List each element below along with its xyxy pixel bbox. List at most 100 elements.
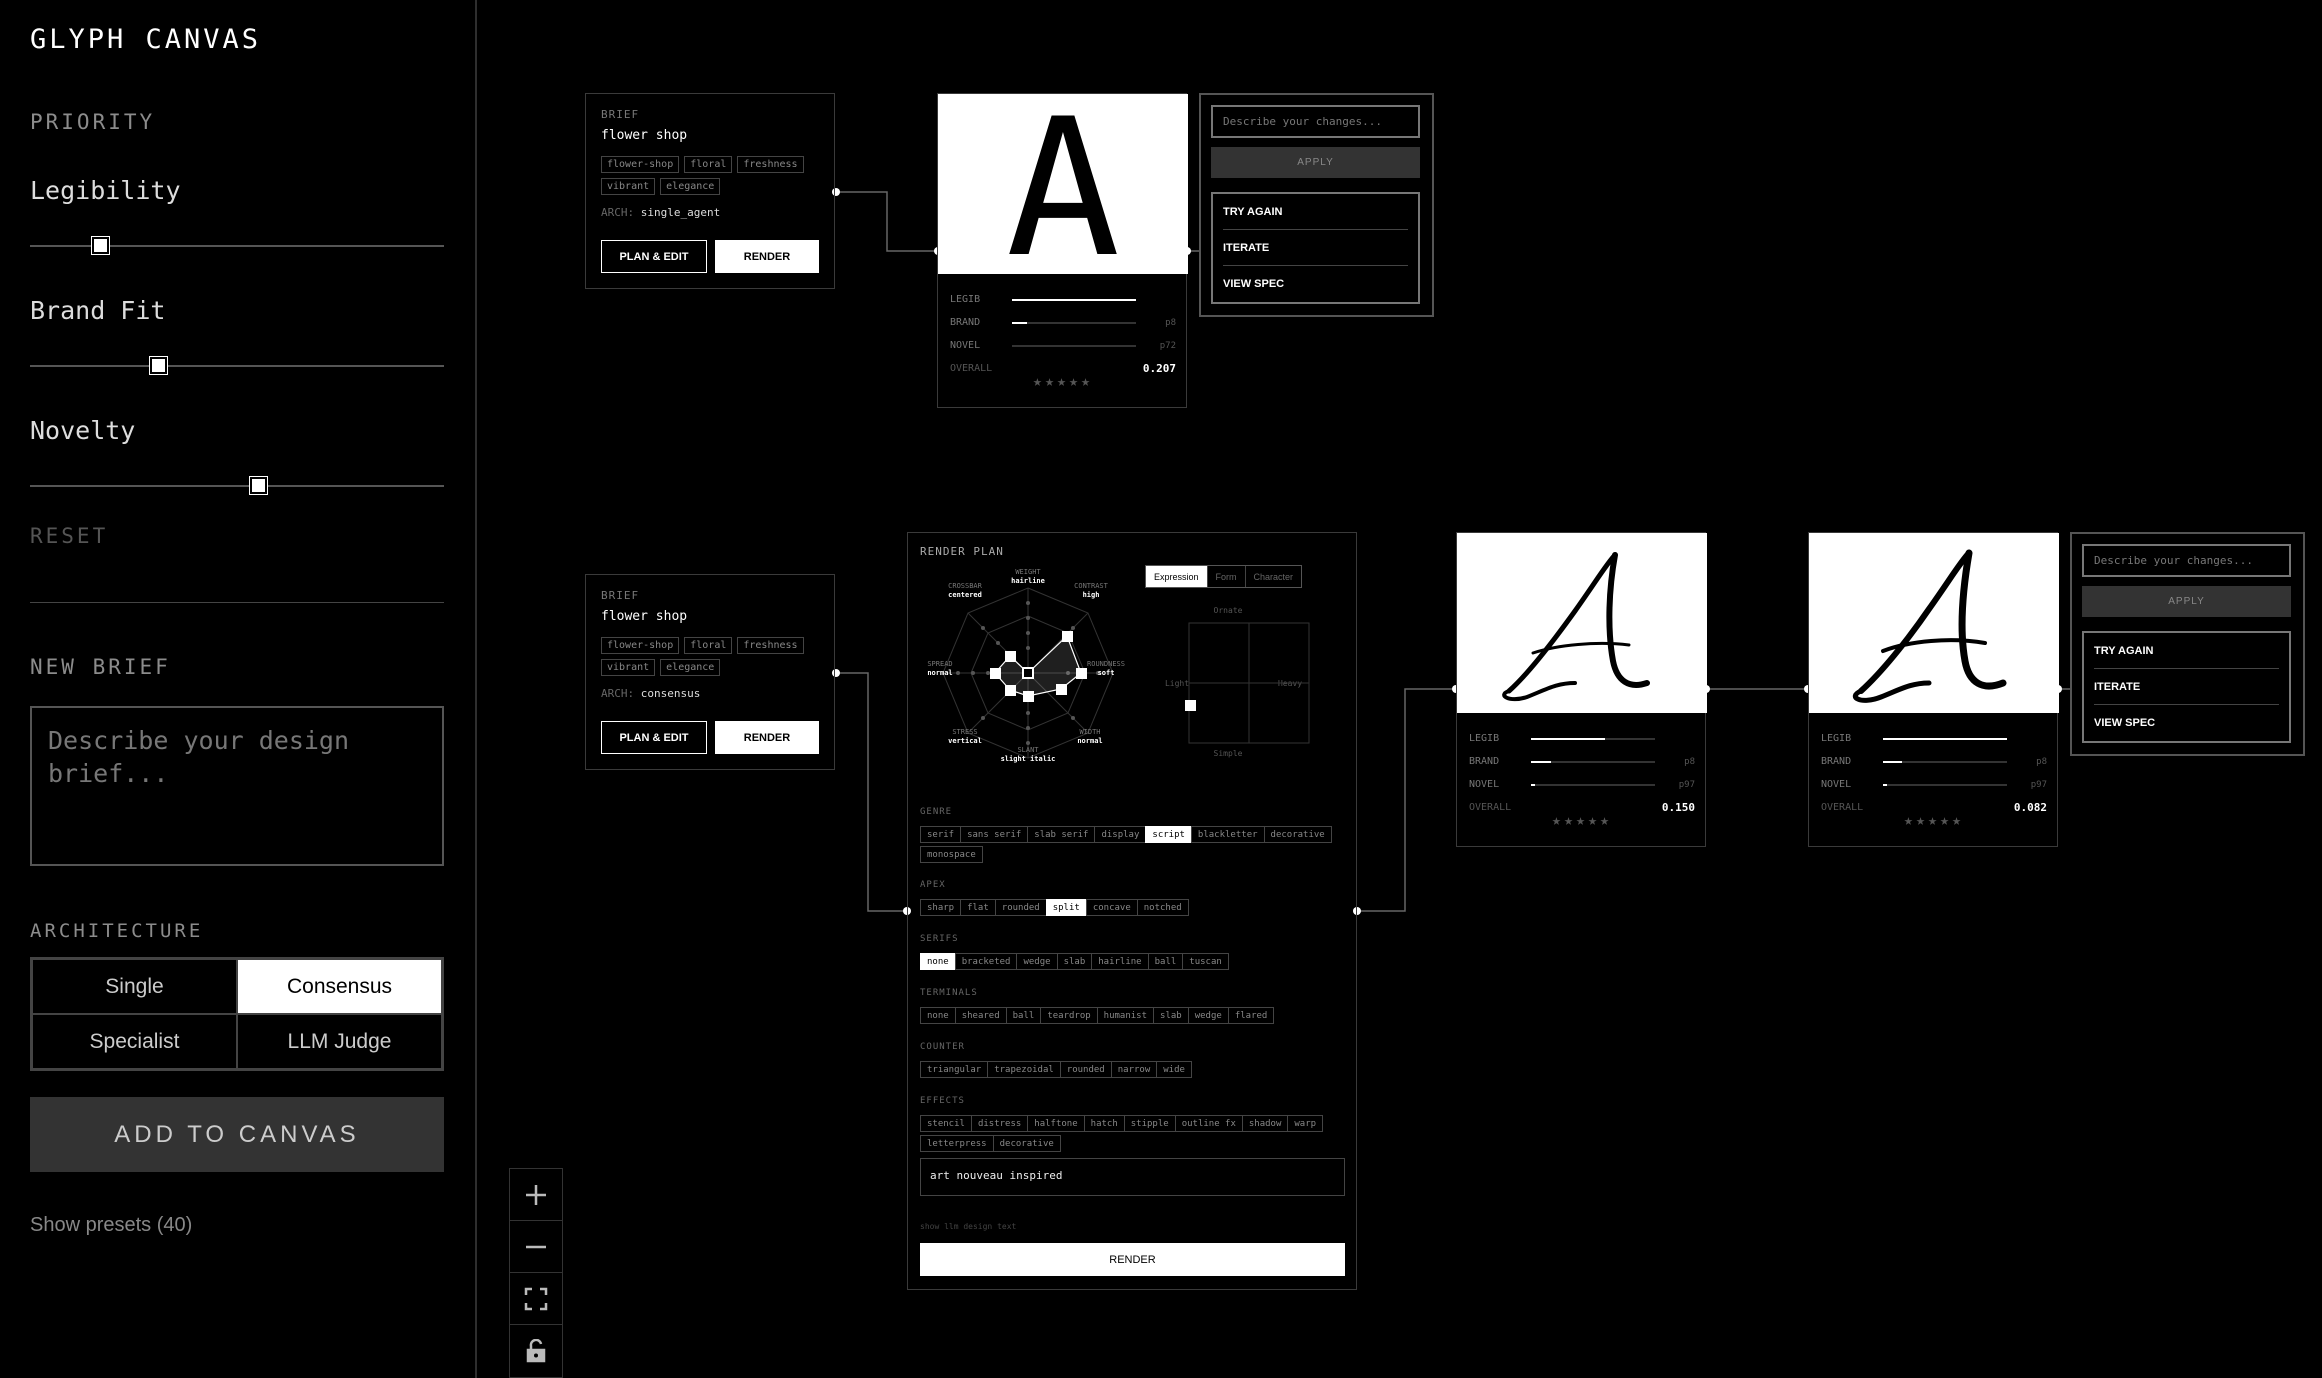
zoom-in-icon[interactable] — [510, 1169, 562, 1221]
option-chip[interactable]: slab — [1153, 1007, 1189, 1024]
option-chip[interactable]: none — [920, 1007, 956, 1024]
option-chip[interactable]: none — [920, 953, 956, 970]
glyph-metrics: LEGIB BRAND p8 NOVEL p97 OVERALL 0.150 — [1469, 727, 1695, 819]
option-chip[interactable]: humanist — [1096, 1007, 1155, 1024]
option-chip[interactable]: sheared — [954, 1007, 1007, 1024]
option-chip[interactable]: stipple — [1123, 1115, 1176, 1132]
brief-tag: freshness — [737, 156, 804, 173]
glyph-serif-a: A — [1006, 94, 1120, 274]
design-notes-input[interactable]: art nouveau inspired — [920, 1158, 1345, 1196]
option-chip[interactable]: blackletter — [1190, 826, 1265, 843]
metric-row: NOVEL p97 — [1821, 779, 2047, 790]
option-chip[interactable]: warp — [1287, 1115, 1324, 1132]
brief-text: flower shop — [601, 609, 688, 624]
glyph-card[interactable]: LEGIB BRAND p8 NOVEL p97 OVERALL 0.082 ★★★★… — [1808, 532, 2059, 847]
glyph-metrics: LEGIB BRAND p8 NOVEL p72 OVERALL 0.207 — [950, 288, 1176, 380]
option-chip[interactable]: letterpress — [920, 1135, 994, 1152]
expression-radar[interactable]: WEIGHT hairline CONTRAST high ROUNDNESS … — [908, 568, 1138, 768]
view-spec-button[interactable]: VIEW SPEC — [1223, 266, 1408, 302]
changes-input[interactable]: Describe your changes... — [2082, 544, 2291, 577]
metric-row: LEGIB — [950, 288, 1176, 311]
iterate-button[interactable]: ITERATE — [1223, 230, 1408, 266]
effects-label: EFFECTS — [920, 1096, 965, 1106]
fit-screen-icon[interactable] — [510, 1273, 562, 1325]
option-chip[interactable]: monospace — [920, 846, 983, 863]
render-button[interactable]: RENDER — [715, 240, 819, 273]
try-again-button[interactable]: TRY AGAIN — [2094, 633, 2279, 669]
option-chip[interactable]: trapezoidal — [987, 1061, 1061, 1078]
try-again-button[interactable]: TRY AGAIN — [1223, 194, 1408, 230]
option-chip[interactable]: rounded — [994, 899, 1047, 916]
brief-tag: flower-shop — [601, 156, 680, 173]
glyph-card[interactable]: LEGIB BRAND p8 NOVEL p97 OVERALL 0.150 ★★★★… — [1456, 532, 1707, 847]
option-chip[interactable]: ball — [1147, 953, 1184, 970]
edit-panel: Describe your changes... APPLY TRY AGAIN… — [1199, 93, 1434, 317]
tab-expression[interactable]: Expression — [1146, 566, 1208, 587]
option-chip[interactable]: bracketed — [954, 953, 1018, 970]
option-chip[interactable]: hairline — [1091, 953, 1149, 970]
apply-button[interactable]: APPLY — [2082, 586, 2291, 617]
option-chip[interactable]: concave — [1085, 899, 1138, 916]
rating-stars[interactable]: ★★★★★ — [1809, 811, 2059, 829]
style-quadrant[interactable]: Ornate Simple Light Heavy — [1163, 603, 1358, 763]
option-chip[interactable]: tuscan — [1182, 953, 1229, 970]
lock-icon[interactable] — [510, 1325, 562, 1377]
glyph-card[interactable]: A LEGIB BRAND p8 NOVEL p72 OVERALL 0.207 ★★… — [937, 93, 1188, 408]
zoom-out-icon[interactable] — [510, 1221, 562, 1273]
option-chip[interactable]: wide — [1156, 1061, 1192, 1078]
metric-row: BRAND p8 — [1469, 756, 1695, 767]
option-chip[interactable]: shadow — [1241, 1115, 1289, 1132]
option-chip[interactable]: notched — [1136, 899, 1189, 916]
tab-character[interactable]: Character — [1246, 566, 1302, 587]
changes-input[interactable]: Describe your changes... — [1211, 105, 1420, 138]
option-chip[interactable]: serif — [920, 826, 962, 843]
option-chip[interactable]: slab — [1056, 953, 1093, 970]
option-chip[interactable]: display — [1094, 826, 1147, 843]
quadrant-handle — [1185, 700, 1196, 711]
option-chip[interactable]: teardrop — [1040, 1007, 1098, 1024]
rating-stars[interactable]: ★★★★★ — [938, 372, 1188, 390]
render-plan-render-button[interactable]: RENDER — [920, 1243, 1345, 1276]
brief-node[interactable]: BRIEF flower shop flower-shop floral fre… — [585, 574, 835, 770]
option-chip[interactable]: decorative — [992, 1135, 1061, 1152]
option-chip[interactable]: decorative — [1263, 826, 1332, 843]
option-chip[interactable]: hatch — [1083, 1115, 1125, 1132]
tab-form[interactable]: Form — [1208, 566, 1246, 587]
option-chip[interactable]: outline fx — [1174, 1115, 1243, 1132]
option-chip[interactable]: split — [1045, 899, 1087, 916]
brief-heading: BRIEF — [601, 108, 640, 121]
option-chip[interactable]: flat — [960, 899, 996, 916]
option-chip[interactable]: sans serif — [960, 826, 1029, 843]
option-chip[interactable]: wedge — [1187, 1007, 1229, 1024]
glyph-preview — [1457, 533, 1707, 713]
option-chip[interactable]: narrow — [1110, 1061, 1158, 1078]
metric-row: BRAND p8 — [950, 317, 1176, 328]
plan-edit-button[interactable]: PLAN & EDIT — [601, 240, 707, 273]
option-chip[interactable]: ball — [1005, 1007, 1042, 1024]
option-chip[interactable]: triangular — [920, 1061, 989, 1078]
iterate-button[interactable]: ITERATE — [2094, 669, 2279, 705]
option-chip[interactable]: halftone — [1027, 1115, 1085, 1132]
option-chip[interactable]: slab serif — [1027, 826, 1096, 843]
option-chip[interactable]: distress — [970, 1115, 1029, 1132]
option-chip[interactable]: stencil — [920, 1115, 972, 1132]
option-chip[interactable]: script — [1145, 826, 1192, 843]
show-llm-text-toggle[interactable]: show llm design text — [920, 1222, 1016, 1231]
option-chip[interactable]: sharp — [920, 899, 962, 916]
serifs-options: none bracketed wedge slab hairline ball tuscan — [920, 953, 1340, 970]
metric-row: LEGIB — [1469, 727, 1695, 750]
apply-button[interactable]: APPLY — [1211, 147, 1420, 178]
option-chip[interactable]: flared — [1227, 1007, 1275, 1024]
action-menu: TRY AGAIN ITERATE VIEW SPEC — [1211, 192, 1420, 304]
svg-text:high: high — [1083, 591, 1100, 599]
effects-options: stencil distress halftone hatch stipple outli… — [920, 1115, 1340, 1152]
option-chip[interactable]: wedge — [1016, 953, 1058, 970]
counter-label: COUNTER — [920, 1042, 965, 1052]
option-chip[interactable]: rounded — [1059, 1061, 1112, 1078]
plan-edit-button[interactable]: PLAN & EDIT — [601, 721, 707, 754]
render-button[interactable]: RENDER — [715, 721, 819, 754]
rating-stars[interactable]: ★★★★★ — [1457, 811, 1707, 829]
brief-node[interactable]: BRIEF flower shop flower-shop floral fre… — [585, 93, 835, 289]
svg-text:WEIGHT: WEIGHT — [1015, 568, 1041, 576]
view-spec-button[interactable]: VIEW SPEC — [2094, 705, 2279, 741]
